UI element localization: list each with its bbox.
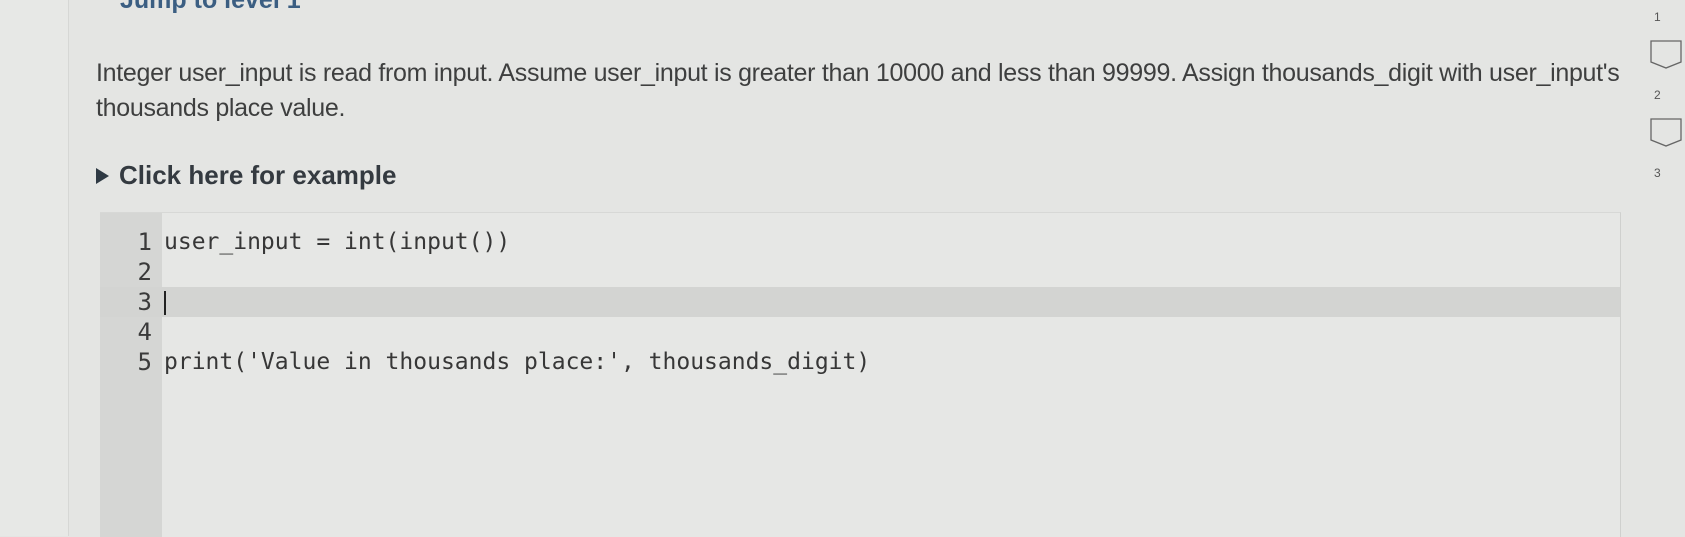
text-cursor: [164, 291, 166, 315]
level-indicators: 1 2 3: [1648, 0, 1685, 200]
code-line-4[interactable]: 4: [100, 317, 1620, 347]
level-label-2: 2: [1654, 88, 1661, 102]
level-label-1: 1: [1654, 10, 1661, 24]
problem-prompt: Integer user_input is read from input. A…: [96, 59, 1620, 122]
jump-to-level-link[interactable]: Jump to level 1: [120, 0, 301, 15]
code-text[interactable]: user_input = int(input()): [164, 227, 510, 257]
level-badge-icon[interactable]: [1650, 118, 1682, 148]
level-label-3: 3: [1654, 166, 1661, 180]
line-number: 5: [137, 348, 152, 376]
line-number: 1: [137, 228, 152, 256]
code-text[interactable]: print('Value in thousands place:', thous…: [164, 347, 870, 377]
code-line-3-active[interactable]: 3: [100, 287, 1620, 317]
example-toggle[interactable]: Click here for example: [96, 160, 396, 191]
line-number: 2: [137, 258, 152, 286]
left-rail: [0, 0, 69, 536]
code-line-2[interactable]: 2: [100, 257, 1620, 287]
line-number: 4: [137, 318, 152, 346]
triangle-right-icon: [96, 167, 109, 184]
line-number: 3: [100, 287, 152, 317]
code-lines[interactable]: 1 user_input = int(input()) 2 3 4 5 prin…: [100, 227, 1620, 377]
code-line-1[interactable]: 1 user_input = int(input()): [100, 227, 1620, 257]
example-toggle-label: Click here for example: [119, 160, 397, 190]
code-editor[interactable]: 1 user_input = int(input()) 2 3 4 5 prin…: [100, 212, 1621, 537]
level-badge-icon[interactable]: [1650, 40, 1682, 70]
code-line-5[interactable]: 5 print('Value in thousands place:', tho…: [100, 347, 1620, 377]
